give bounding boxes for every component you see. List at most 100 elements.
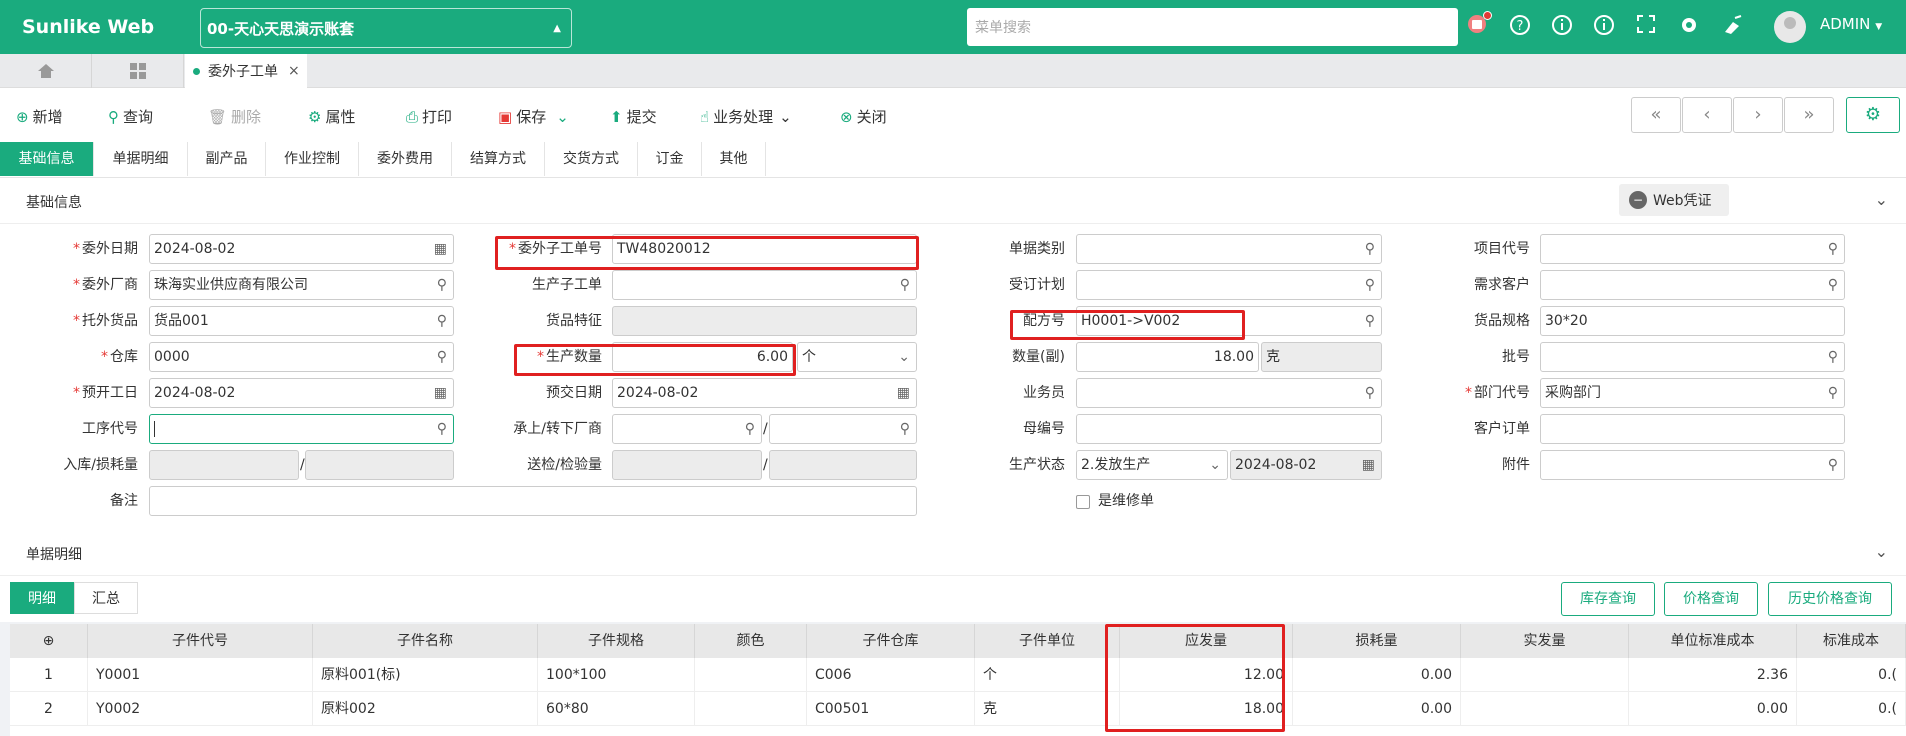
attachment-field[interactable]: ⚲ <box>1540 450 1845 480</box>
menu-search-input[interactable]: 菜单搜索 <box>967 8 1458 46</box>
calendar-icon[interactable]: ▦ <box>434 379 447 407</box>
search-icon[interactable]: ⚲ <box>437 343 447 371</box>
account-select[interactable]: 00-天心天思演示账套 ▲ <box>200 8 572 48</box>
fullscreen-icon[interactable] <box>1634 14 1658 38</box>
close-icon[interactable]: × <box>288 63 300 79</box>
add-button[interactable]: ⊕ 新增 <box>16 106 63 127</box>
salesperson-field[interactable]: ⚲ <box>1076 378 1382 408</box>
cell-name[interactable]: 原料002 <box>313 692 538 726</box>
search-icon[interactable]: ⚲ <box>1365 271 1375 299</box>
batch-no-field[interactable]: ⚲ <box>1540 342 1845 372</box>
price-query-button[interactable]: 价格查询 <box>1664 582 1758 616</box>
search-icon[interactable]: ⚲ <box>1365 307 1375 335</box>
cell-warehouse[interactable]: C00501 <box>807 692 975 726</box>
first-record-button[interactable]: « <box>1631 97 1681 133</box>
search-icon[interactable]: ⚲ <box>900 415 910 443</box>
cell-actual-qty[interactable] <box>1461 658 1629 692</box>
save-button[interactable]: ▣ 保存 ⌄ <box>498 106 569 127</box>
cell-color[interactable] <box>695 658 807 692</box>
search-icon[interactable]: ⚲ <box>437 271 447 299</box>
history-price-button[interactable]: 历史价格查询 <box>1768 582 1892 616</box>
tab-outsource-fee[interactable]: 委外费用 <box>359 142 452 176</box>
web-voucher-button[interactable]: − Web凭证 <box>1619 184 1729 216</box>
grid-icon[interactable] <box>92 54 184 88</box>
cell-loss-qty[interactable]: 0.00 <box>1293 692 1461 726</box>
cell-name[interactable]: 原料001(标) <box>313 658 538 692</box>
cell-warehouse[interactable]: C006 <box>807 658 975 692</box>
downstream-vendor-field[interactable]: ⚲ <box>769 414 917 444</box>
cell-std-cost[interactable]: 0.( <box>1797 692 1906 726</box>
tab-byproduct[interactable]: 副产品 <box>188 142 266 176</box>
repair-order-checkbox[interactable] <box>1076 495 1090 509</box>
doc-type-field[interactable]: ⚲ <box>1076 234 1382 264</box>
vendor-field[interactable]: 珠海实业供应商有限公司 ⚲ <box>149 270 454 300</box>
operation-code-field[interactable]: ⚲ <box>149 414 454 444</box>
calendar-icon[interactable]: ▦ <box>897 379 910 407</box>
tab-wwzgd[interactable]: 委外子工单 × <box>185 54 307 88</box>
demand-customer-field[interactable]: ⚲ <box>1540 270 1845 300</box>
chevron-down-icon[interactable]: ⌄ <box>556 108 569 126</box>
remark-field[interactable] <box>149 486 917 516</box>
chevron-down-icon[interactable]: ⌄ <box>898 343 910 371</box>
customer-order-field[interactable] <box>1540 414 1845 444</box>
business-button[interactable]: ☝ 业务处理 ⌄ <box>700 106 792 127</box>
cell-loss-qty[interactable]: 0.00 <box>1293 658 1461 692</box>
search-icon[interactable]: ⚲ <box>1828 343 1838 371</box>
tab-delivery[interactable]: 交货方式 <box>545 142 638 176</box>
item-spec-field[interactable]: 30*20 <box>1540 306 1845 336</box>
search-icon[interactable]: ⚲ <box>745 415 755 443</box>
clean-icon[interactable] <box>1720 14 1744 38</box>
tab-deposit[interactable]: 订金 <box>638 142 702 176</box>
print-button[interactable]: ⎙ 打印 <box>406 106 452 127</box>
upstream-vendor-field[interactable]: ⚲ <box>612 414 762 444</box>
about-icon[interactable] <box>1592 14 1616 38</box>
outsource-date-field[interactable]: 2024-08-02 ▦ <box>149 234 454 264</box>
planned-start-field[interactable]: 2024-08-02 ▦ <box>149 378 454 408</box>
production-status-select[interactable]: 2.发放生产 ⌄ <box>1076 450 1228 480</box>
last-record-button[interactable]: » <box>1784 97 1834 133</box>
project-code-field[interactable]: ⚲ <box>1540 234 1845 264</box>
production-order-field[interactable]: ⚲ <box>612 270 917 300</box>
search-icon[interactable]: ⚲ <box>1828 235 1838 263</box>
next-record-button[interactable]: › <box>1733 97 1783 133</box>
cell-unit[interactable]: 克 <box>975 692 1120 726</box>
search-icon[interactable]: ⚲ <box>1365 235 1375 263</box>
cell-color[interactable] <box>695 692 807 726</box>
home-icon[interactable] <box>0 54 92 88</box>
cell-code[interactable]: Y0002 <box>88 692 313 726</box>
avatar[interactable] <box>1774 11 1806 43</box>
gear-icon[interactable] <box>1677 14 1701 38</box>
planned-delivery-field[interactable]: 2024-08-02 ▦ <box>612 378 917 408</box>
chevron-down-icon[interactable]: ⌄ <box>1875 190 1888 209</box>
parent-no-field[interactable] <box>1076 414 1382 444</box>
search-icon[interactable]: ⚲ <box>1828 271 1838 299</box>
search-icon[interactable]: ⚲ <box>437 307 447 335</box>
info-icon[interactable] <box>1550 14 1574 38</box>
secondary-qty-field[interactable]: 18.00 <box>1076 342 1259 372</box>
cell-spec[interactable]: 60*80 <box>538 692 695 726</box>
order-plan-field[interactable]: ⚲ <box>1076 270 1382 300</box>
department-field[interactable]: 采购部门 ⚲ <box>1540 378 1845 408</box>
search-icon[interactable]: ⚲ <box>1365 379 1375 407</box>
search-icon[interactable]: ⚲ <box>1828 379 1838 407</box>
outsource-item-field[interactable]: 货品001 ⚲ <box>149 306 454 336</box>
tab-other[interactable]: 其他 <box>702 142 766 176</box>
chevron-down-icon[interactable]: ⌄ <box>1875 542 1888 561</box>
tab-basic-info[interactable]: 基础信息 <box>0 142 94 176</box>
tab-summary[interactable]: 汇总 <box>74 582 138 614</box>
user-menu[interactable]: ADMIN ▼ <box>1820 15 1882 33</box>
cell-spec[interactable]: 100*100 <box>538 658 695 692</box>
query-button[interactable]: ⚲ 查询 <box>108 106 153 127</box>
prev-record-button[interactable]: ‹ <box>1682 97 1732 133</box>
cell-unit[interactable]: 个 <box>975 658 1120 692</box>
cell-unit-cost[interactable]: 2.36 <box>1629 658 1797 692</box>
settings-button[interactable]: ⚙ <box>1846 97 1900 133</box>
search-icon[interactable]: ⚲ <box>900 271 910 299</box>
submit-button[interactable]: ⬆ 提交 <box>610 106 657 127</box>
stock-query-button[interactable]: 库存查询 <box>1561 582 1655 616</box>
close-button[interactable]: ⊗ 关闭 <box>840 106 887 127</box>
cell-unit-cost[interactable]: 0.00 <box>1629 692 1797 726</box>
chevron-down-icon[interactable]: ⌄ <box>1209 451 1221 479</box>
cell-code[interactable]: Y0001 <box>88 658 313 692</box>
properties-button[interactable]: ⚙ 属性 <box>308 106 355 127</box>
